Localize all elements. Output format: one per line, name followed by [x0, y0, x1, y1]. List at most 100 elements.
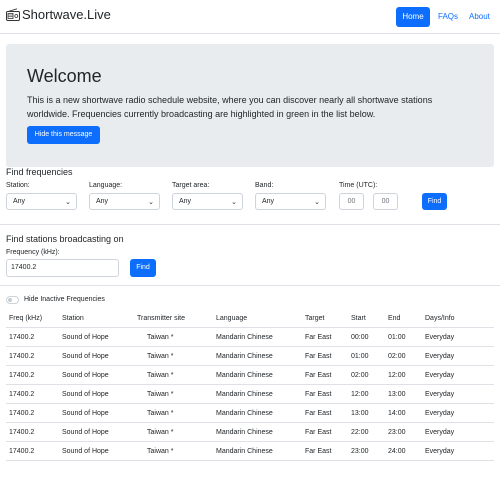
cell-language: Mandarin Chinese	[216, 391, 273, 398]
language-label: Language:	[89, 182, 123, 189]
cell-transmitter: Taiwan *	[147, 391, 174, 398]
cell-language: Mandarin Chinese	[216, 429, 273, 436]
welcome-panel: Welcome This is a new shortwave radio sc…	[6, 44, 494, 167]
chevron-down-icon: ⌄	[314, 199, 320, 206]
welcome-title: Welcome	[27, 66, 102, 86]
cell-start: 02:00	[351, 372, 369, 379]
frequency-input[interactable]: 17400.2	[6, 259, 119, 277]
target-area-select-value: Any	[179, 198, 192, 205]
nav-home[interactable]: Home	[396, 7, 430, 27]
station-select[interactable]: Any ⌄	[6, 193, 77, 210]
navbar: Shortwave.Live Home FAQs About	[0, 0, 500, 34]
cell-language: Mandarin Chinese	[216, 334, 273, 341]
header-freq: Freq (kHz)	[9, 315, 43, 322]
cell-target: Far East	[305, 391, 332, 398]
cell-freq: 17400.2	[9, 448, 35, 455]
table-row: 17400.2 Sound of Hope Taiwan * Mandarin Chi…	[6, 366, 494, 385]
chevron-down-icon: ⌄	[148, 199, 154, 206]
header-station: Station	[62, 315, 84, 322]
cell-end: 24:00	[388, 448, 406, 455]
brand-link[interactable]: Shortwave.Live	[6, 7, 111, 22]
cell-language: Mandarin Chinese	[216, 410, 273, 417]
cell-end: 23:00	[388, 429, 406, 436]
cell-transmitter: Taiwan *	[147, 429, 174, 436]
find-stations-title: Find stations broadcasting on	[6, 234, 124, 244]
cell-station: Sound of Hope	[62, 410, 109, 417]
cell-target: Far East	[305, 410, 332, 417]
cell-transmitter: Taiwan *	[147, 372, 174, 379]
cell-target: Far East	[305, 372, 332, 379]
brand-text: Shortwave.Live	[22, 7, 111, 22]
cell-start: 22:00	[351, 429, 369, 436]
cell-freq: 17400.2	[9, 372, 35, 379]
target-area-label: Target area:	[172, 182, 210, 189]
cell-start: 01:00	[351, 353, 369, 360]
band-label: Band:	[255, 182, 274, 189]
cell-freq: 17400.2	[9, 429, 35, 436]
language-select[interactable]: Any ⌄	[89, 193, 160, 210]
cell-language: Mandarin Chinese	[216, 448, 273, 455]
station-label: Station:	[6, 182, 30, 189]
cell-station: Sound of Hope	[62, 448, 109, 455]
cell-target: Far East	[305, 429, 332, 436]
hide-message-button[interactable]: Hide this message	[27, 126, 100, 144]
cell-transmitter: Taiwan *	[147, 334, 174, 341]
cell-freq: 17400.2	[9, 391, 35, 398]
frequency-table: Freq (kHz) Station Transmitter site Lang…	[6, 309, 494, 461]
cell-days: Everyday	[425, 372, 455, 379]
time-start-input[interactable]: 00	[339, 193, 364, 210]
find-frequencies-button[interactable]: Find	[422, 193, 447, 210]
cell-freq: 17400.2	[9, 410, 35, 417]
header-start: Start	[351, 315, 366, 322]
cell-start: 23:00	[351, 448, 369, 455]
toggle-knob	[8, 298, 12, 302]
cell-days: Everyday	[425, 334, 455, 341]
time-utc-label: Time (UTC):	[339, 182, 378, 189]
header-transmitter: Transmitter site	[137, 315, 185, 322]
cell-days: Everyday	[425, 448, 455, 455]
header-days: Days/Info	[425, 315, 455, 322]
target-area-select[interactable]: Any ⌄	[172, 193, 243, 210]
band-select-value: Any	[262, 198, 275, 205]
table-row: 17400.2 Sound of Hope Taiwan * Mandarin Chi…	[6, 423, 494, 442]
chevron-down-icon: ⌄	[231, 199, 237, 206]
time-end-input[interactable]: 00	[373, 193, 398, 210]
hide-inactive-toggle[interactable]	[6, 296, 19, 304]
frequency-label: Frequency (kHz):	[6, 249, 60, 256]
cell-transmitter: Taiwan *	[147, 448, 174, 455]
cell-station: Sound of Hope	[62, 429, 109, 436]
cell-end: 14:00	[388, 410, 406, 417]
cell-days: Everyday	[425, 429, 455, 436]
cell-end: 13:00	[388, 391, 406, 398]
header-language: Language	[216, 315, 248, 322]
cell-target: Far East	[305, 353, 332, 360]
hide-inactive-label: Hide Inactive Frequencies	[24, 296, 105, 303]
cell-start: 00:00	[351, 334, 369, 341]
language-select-value: Any	[96, 198, 109, 205]
table-row: 17400.2 Sound of Hope Taiwan * Mandarin Chi…	[6, 442, 494, 461]
cell-end: 12:00	[388, 372, 406, 379]
chevron-down-icon: ⌄	[65, 199, 71, 206]
cell-station: Sound of Hope	[62, 353, 109, 360]
cell-station: Sound of Hope	[62, 372, 109, 379]
cell-target: Far East	[305, 448, 332, 455]
band-select[interactable]: Any ⌄	[255, 193, 326, 210]
cell-freq: 17400.2	[9, 353, 35, 360]
section-divider	[0, 285, 500, 286]
station-select-value: Any	[13, 198, 26, 205]
cell-start: 12:00	[351, 391, 369, 398]
cell-transmitter: Taiwan *	[147, 353, 174, 360]
cell-station: Sound of Hope	[62, 391, 109, 398]
nav-about[interactable]: About	[461, 7, 498, 27]
find-stations-button[interactable]: Find	[130, 259, 156, 277]
table-body: 17400.2 Sound of Hope Taiwan * Mandarin Chi…	[6, 328, 494, 461]
table-row: 17400.2 Sound of Hope Taiwan * Mandarin Chi…	[6, 404, 494, 423]
table-header-row: Freq (kHz) Station Transmitter site Lang…	[6, 309, 494, 328]
table-row: 17400.2 Sound of Hope Taiwan * Mandarin Chi…	[6, 385, 494, 404]
find-frequencies-title: Find frequencies	[6, 167, 73, 177]
header-end: End	[388, 315, 401, 322]
table-row: 17400.2 Sound of Hope Taiwan * Mandarin Chi…	[6, 347, 494, 366]
cell-language: Mandarin Chinese	[216, 353, 273, 360]
cell-transmitter: Taiwan *	[147, 410, 174, 417]
header-target: Target	[305, 315, 325, 322]
